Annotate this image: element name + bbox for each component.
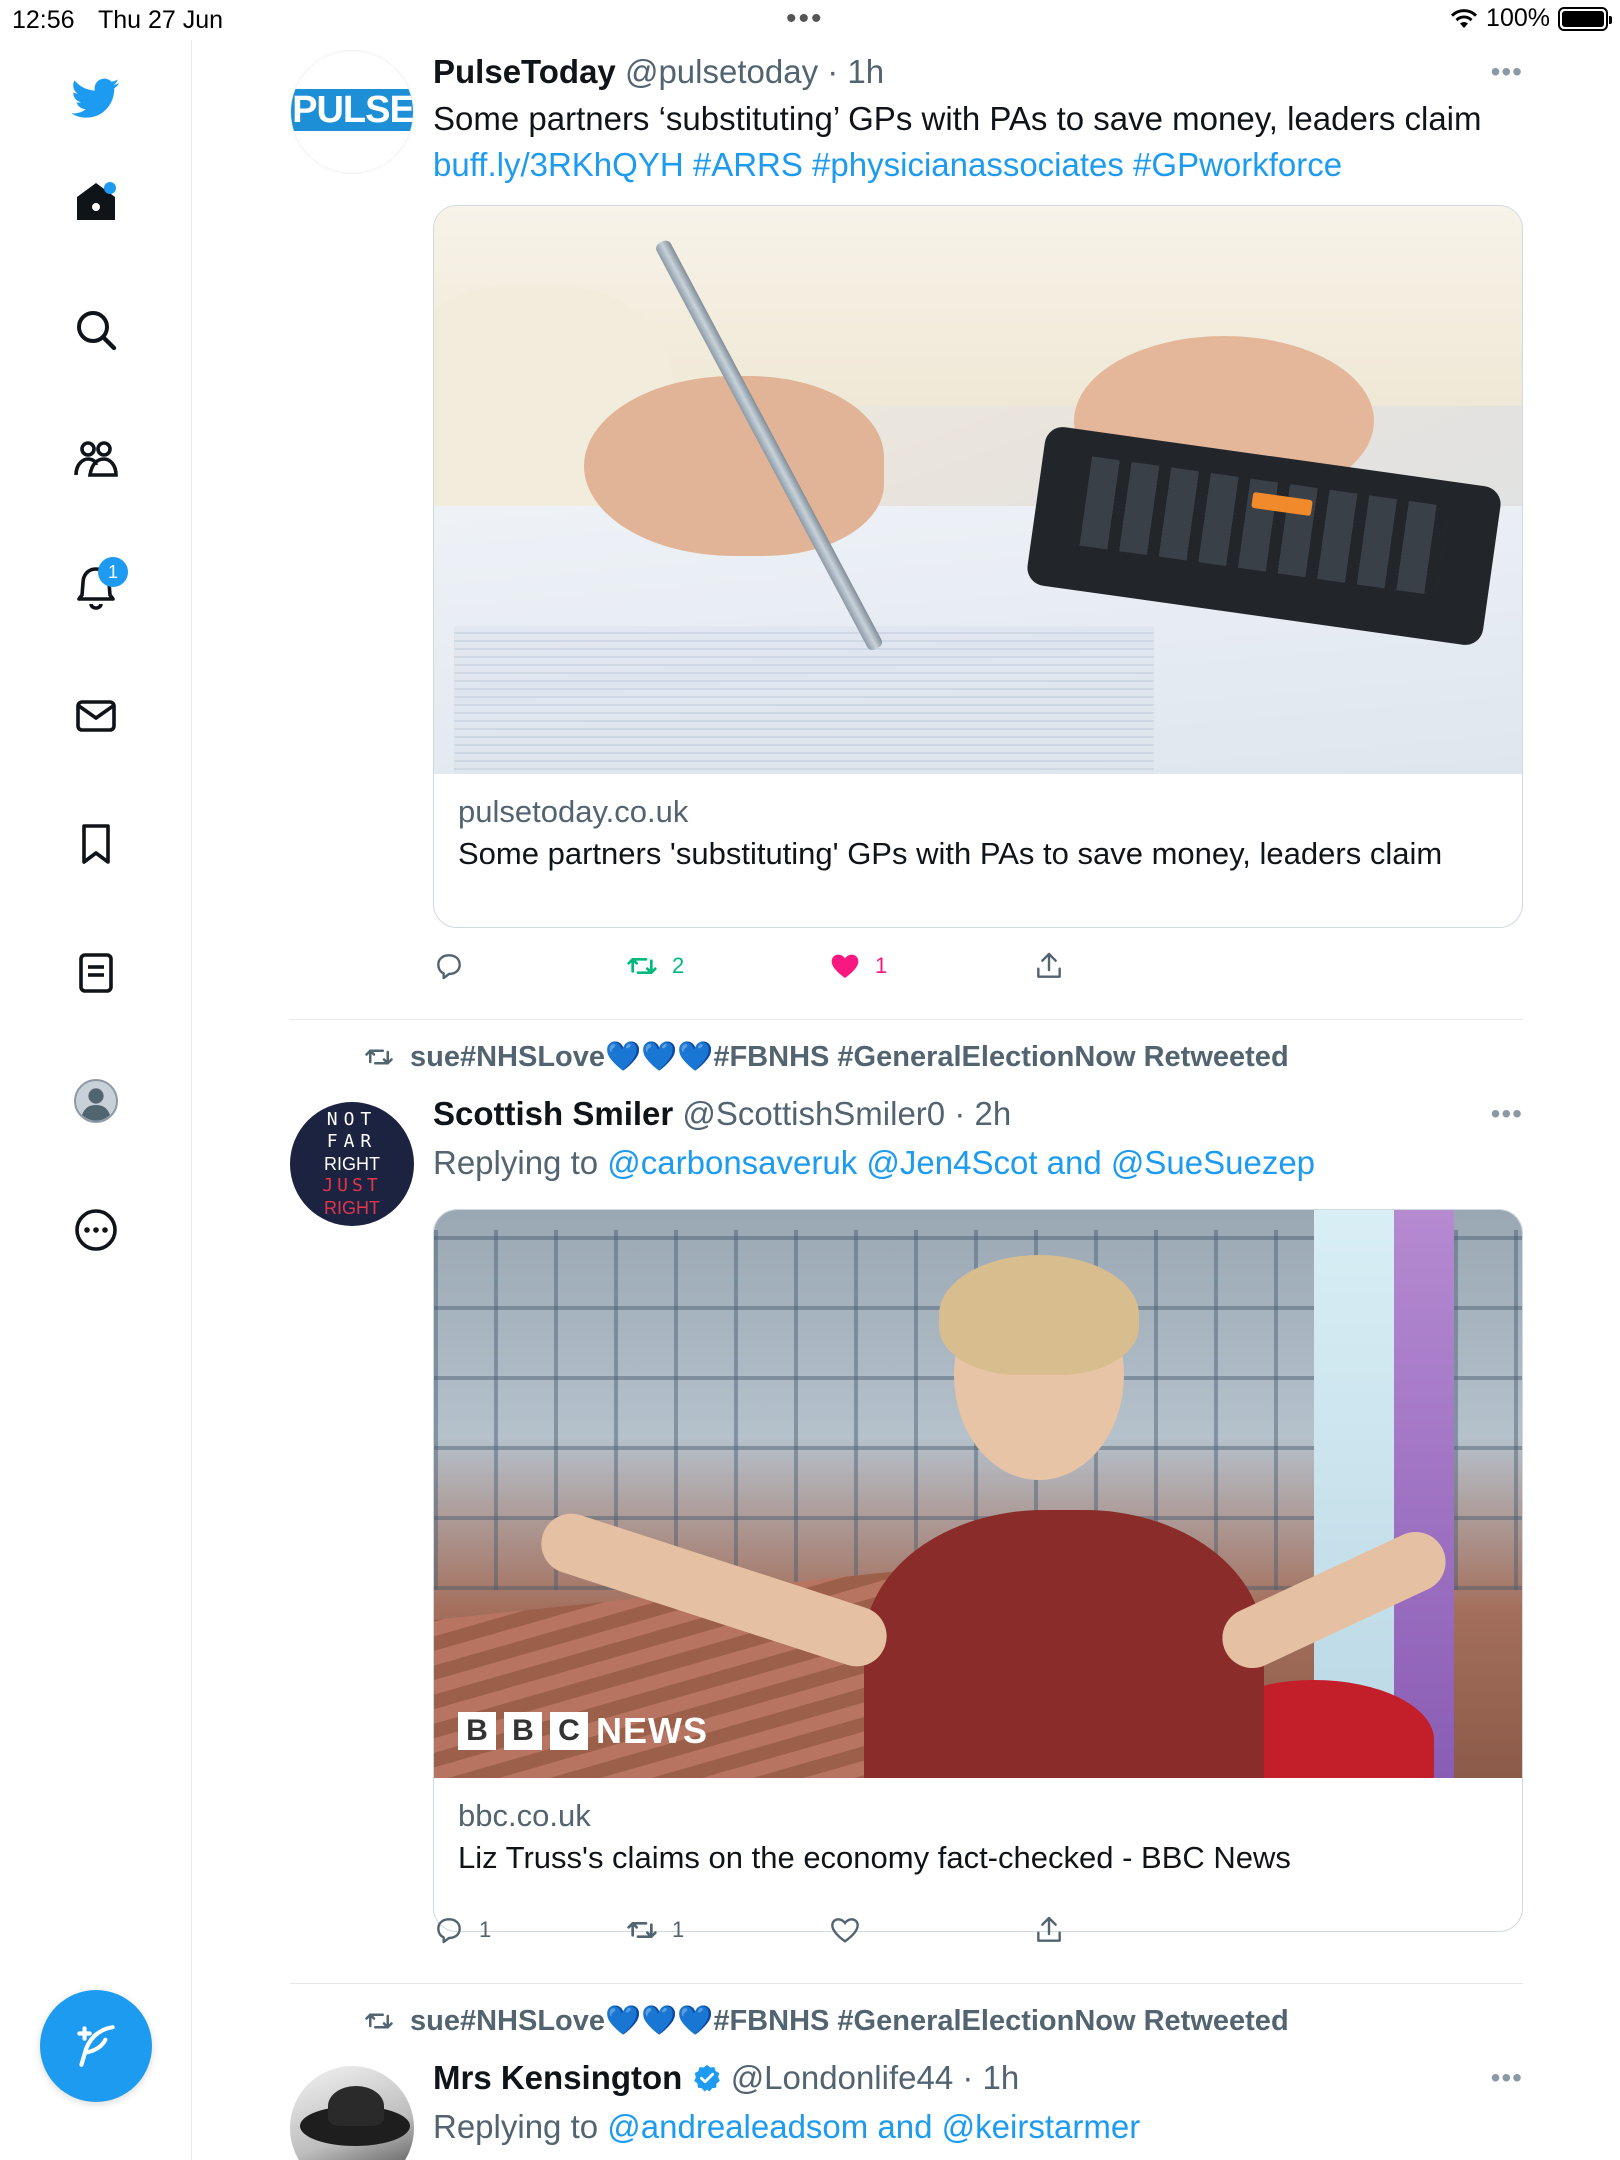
- card-image: B B C NEWS: [434, 1210, 1522, 1778]
- avatar[interactable]: NOT FAR RIGHT JUST RIGHT: [290, 1102, 414, 1226]
- home-new-dot: [104, 182, 116, 194]
- profile-icon[interactable]: [60, 1065, 132, 1137]
- avatar-line-3: RIGHT: [324, 1154, 380, 1174]
- communities-icon[interactable]: [60, 423, 132, 495]
- author-name[interactable]: Scottish Smiler: [433, 1095, 673, 1132]
- reply-button[interactable]: 1: [433, 1914, 491, 1946]
- link-card[interactable]: pulsetoday.co.uk Some partners 'substitu…: [433, 205, 1523, 928]
- card-domain: bbc.co.uk: [458, 1798, 591, 1833]
- battery-icon: [1558, 6, 1612, 31]
- share-icon: [1037, 952, 1061, 978]
- tweet-divider: [290, 1019, 1523, 1020]
- status-bar: 12:56 Thu 27 Jun ••• 100%: [0, 0, 1620, 40]
- retweet-count: 1: [672, 1917, 685, 1942]
- status-time: 12:56: [12, 6, 75, 34]
- reply-button[interactable]: [433, 950, 479, 982]
- multitasking-dots-icon[interactable]: •••: [786, 2, 824, 36]
- reply-count: 1: [479, 1917, 492, 1942]
- retweeted-by[interactable]: sue#NHSLove💙💙💙#FBNHS #GeneralElectionNow…: [362, 2004, 1289, 2038]
- tweet-actions: 2 1: [433, 950, 1133, 990]
- author-handle[interactable]: @ScottishSmiler0: [682, 1095, 945, 1132]
- share-button[interactable]: [1033, 1914, 1065, 1946]
- replying-label: Replying to: [433, 2108, 599, 2145]
- card-image: [434, 206, 1522, 774]
- avatar-logo-text: PULSE: [292, 88, 414, 131]
- retweet-icon: [627, 1922, 657, 1938]
- reply-icon: [437, 954, 461, 980]
- tweet-header: Mrs Kensington @Londonlife44 · 1h: [433, 2059, 1020, 2096]
- heart-filled-icon: [831, 954, 859, 978]
- sidebar: 1: [0, 40, 192, 2160]
- home-icon[interactable]: [60, 166, 132, 238]
- search-icon[interactable]: [60, 294, 132, 366]
- like-button[interactable]: [829, 1914, 875, 1946]
- retweeted-by-text: sue#NHSLove💙💙💙#FBNHS #GeneralElectionNow…: [410, 1041, 1289, 1073]
- messages-icon[interactable]: [60, 680, 132, 752]
- heart-icon: [831, 1918, 859, 1943]
- retweet-indicator-icon: [365, 2013, 393, 2029]
- retweet-button[interactable]: 2: [626, 950, 684, 982]
- more-options-icon[interactable]: •••: [1491, 2062, 1523, 2094]
- tweet-header: PulseToday @pulsetoday · 1h: [433, 53, 885, 90]
- retweet-icon: [627, 958, 657, 974]
- avatar-line-4: JUST: [322, 1175, 382, 1196]
- author-handle[interactable]: @pulsetoday: [625, 53, 818, 90]
- notifications-badge: 1: [98, 557, 128, 587]
- replying-to-handles[interactable]: @carbonsaveruk @Jen4Scot and @SueSuezep: [607, 1144, 1315, 1181]
- twitter-logo-icon[interactable]: [60, 62, 132, 134]
- tweet-text-body: Some partners ‘substituting’ GPs with PA…: [433, 100, 1482, 137]
- replying-to: Replying to @carbonsaveruk @Jen4Scot and…: [433, 1140, 1523, 1186]
- more-options-icon[interactable]: •••: [1491, 1098, 1523, 1130]
- more-icon[interactable]: [60, 1194, 132, 1266]
- like-button[interactable]: 1: [829, 950, 887, 982]
- tweet-time[interactable]: 1h: [847, 53, 884, 90]
- retweeted-by[interactable]: sue#NHSLove💙💙💙#FBNHS #GeneralElectionNow…: [362, 1040, 1289, 1074]
- avatar-line-2: FAR: [326, 1131, 378, 1152]
- reply-icon: [437, 1918, 461, 1944]
- author-name[interactable]: Mrs Kensington: [433, 2059, 682, 2096]
- wifi-icon: [1451, 8, 1478, 28]
- tweet-divider: [290, 1983, 1523, 1984]
- retweet-count: 2: [672, 953, 685, 978]
- timeline: PULSE PulseToday @pulsetoday · 1h ••• So…: [192, 40, 1620, 2160]
- avatar[interactable]: PULSE: [290, 50, 414, 174]
- tweet-header: Scottish Smiler @ScottishSmiler0 · 2h: [433, 1095, 1012, 1132]
- avatar-line-1: NOT: [326, 1109, 378, 1130]
- notifications-icon[interactable]: 1: [60, 551, 132, 623]
- replying-to-handles[interactable]: @andrealeadsom and @keirstarmer: [607, 2108, 1140, 2145]
- verified-badge-icon: [693, 2064, 720, 2092]
- like-count: 1: [875, 953, 888, 978]
- compose-tweet-icon: [77, 2025, 115, 2067]
- compose-tweet-button[interactable]: [40, 1990, 152, 2102]
- lists-icon[interactable]: [60, 937, 132, 1009]
- more-options-icon[interactable]: •••: [1491, 56, 1523, 88]
- avatar-line-5: RIGHT: [324, 1198, 380, 1218]
- replying-to: Replying to @andrealeadsom and @keirstar…: [433, 2104, 1523, 2150]
- avatar[interactable]: [290, 2066, 414, 2160]
- author-name[interactable]: PulseToday: [433, 53, 616, 90]
- retweet-indicator-icon: [365, 1049, 393, 1065]
- author-handle[interactable]: @Londonlife44: [731, 2059, 954, 2096]
- tweet-actions: 1 1: [433, 1914, 1133, 1954]
- tweet-text-links[interactable]: buff.ly/3RKhQYH #ARRS #physicianassociat…: [433, 146, 1342, 183]
- replying-label: Replying to: [433, 1144, 599, 1181]
- retweeted-by-text: sue#NHSLove💙💙💙#FBNHS #GeneralElectionNow…: [410, 2005, 1289, 2037]
- retweet-button[interactable]: 1: [626, 1914, 684, 1946]
- card-domain: pulsetoday.co.uk: [458, 794, 689, 829]
- bbc-news-watermark: B B C NEWS: [458, 1710, 708, 1752]
- bookmarks-icon[interactable]: [60, 808, 132, 880]
- tweet-text: Some partners ‘substituting’ GPs with PA…: [433, 96, 1523, 188]
- tweet-time[interactable]: 1h: [983, 2059, 1020, 2096]
- card-title: Liz Truss's claims on the economy fact-c…: [458, 1840, 1291, 1875]
- share-icon: [1037, 1916, 1061, 1942]
- status-right: 100%: [1450, 4, 1612, 33]
- share-button[interactable]: [1033, 950, 1065, 982]
- status-date: Thu 27 Jun: [98, 6, 224, 34]
- tweet-time[interactable]: 2h: [974, 1095, 1011, 1132]
- link-card[interactable]: B B C NEWS bbc.co.uk Liz Truss's claims …: [433, 1209, 1523, 1932]
- battery-percent: 100%: [1486, 4, 1550, 32]
- card-title: Some partners 'substituting' GPs with PA…: [458, 836, 1443, 871]
